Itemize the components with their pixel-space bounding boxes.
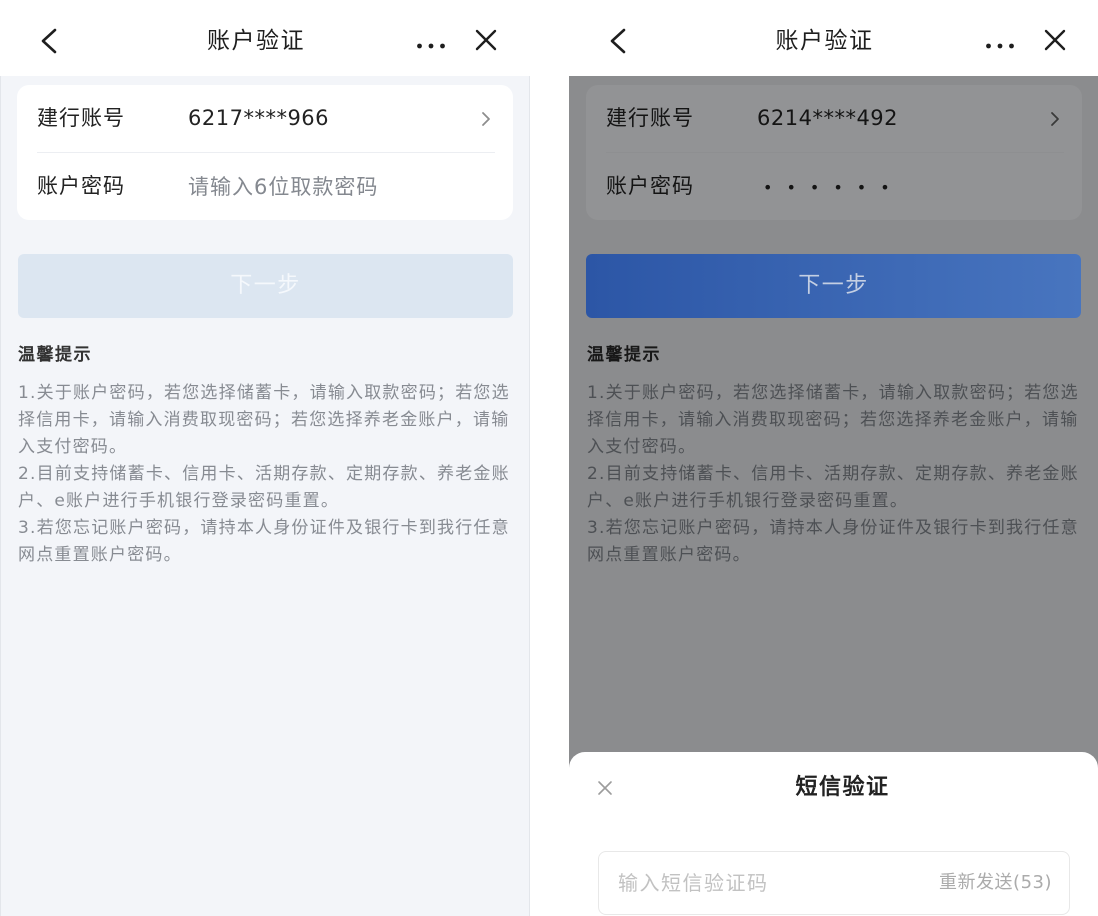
- close-icon[interactable]: [474, 28, 498, 52]
- sms-verify-sheet: 短信验证 重新发送(53): [569, 752, 1098, 916]
- resend-button[interactable]: 重新发送(53): [939, 852, 1052, 914]
- next-step-button[interactable]: 下一步: [18, 254, 513, 318]
- close-icon[interactable]: [1043, 28, 1067, 52]
- more-dots-icon[interactable]: [985, 36, 1015, 49]
- tips-list: 1.关于账户密码，若您选择储蓄卡，请输入取款密码；若您选择信用卡，请输入消费取现…: [18, 380, 518, 569]
- tip-item: 1.关于账户密码，若您选择储蓄卡，请输入取款密码；若您选择信用卡，请输入消费取现…: [18, 383, 510, 457]
- modal-mask[interactable]: [569, 76, 1098, 752]
- password-label: 账户密码: [37, 174, 125, 198]
- more-dots-icon[interactable]: [416, 36, 446, 49]
- nav-bar: 账户验证: [0, 0, 530, 76]
- tips-title: 温馨提示: [18, 345, 92, 365]
- account-label: 建行账号: [37, 106, 125, 130]
- tip-item: 3.若您忘记账户密码，请持本人身份证件及银行卡到我行任意网点重置账户密码。: [18, 518, 510, 565]
- sms-code-field: 重新发送(53): [598, 851, 1070, 915]
- account-verify-screen-sms: 账户验证 建行账号 6214****492 账户密码 下一步 温馨提示 1.关于…: [569, 0, 1098, 916]
- account-card: 建行账号 6217****966 账户密码: [17, 85, 513, 220]
- account-row[interactable]: 建行账号 6217****966: [17, 85, 513, 152]
- password-row: 账户密码: [17, 153, 513, 220]
- account-number: 6217****966: [188, 106, 330, 130]
- nav-bar: 账户验证: [569, 0, 1098, 76]
- account-verify-screen: 账户验证 建行账号 6217****966 账户密码 下一步 温馨提示 1.关于…: [0, 0, 530, 916]
- sms-code-input[interactable]: [618, 864, 908, 902]
- password-input[interactable]: [188, 167, 488, 207]
- chevron-right-icon: [480, 111, 492, 127]
- sheet-title: 短信验证: [795, 775, 890, 800]
- tip-item: 2.目前支持储蓄卡、信用卡、活期存款、定期存款、养老金账户、e账户进行手机银行登…: [18, 464, 510, 511]
